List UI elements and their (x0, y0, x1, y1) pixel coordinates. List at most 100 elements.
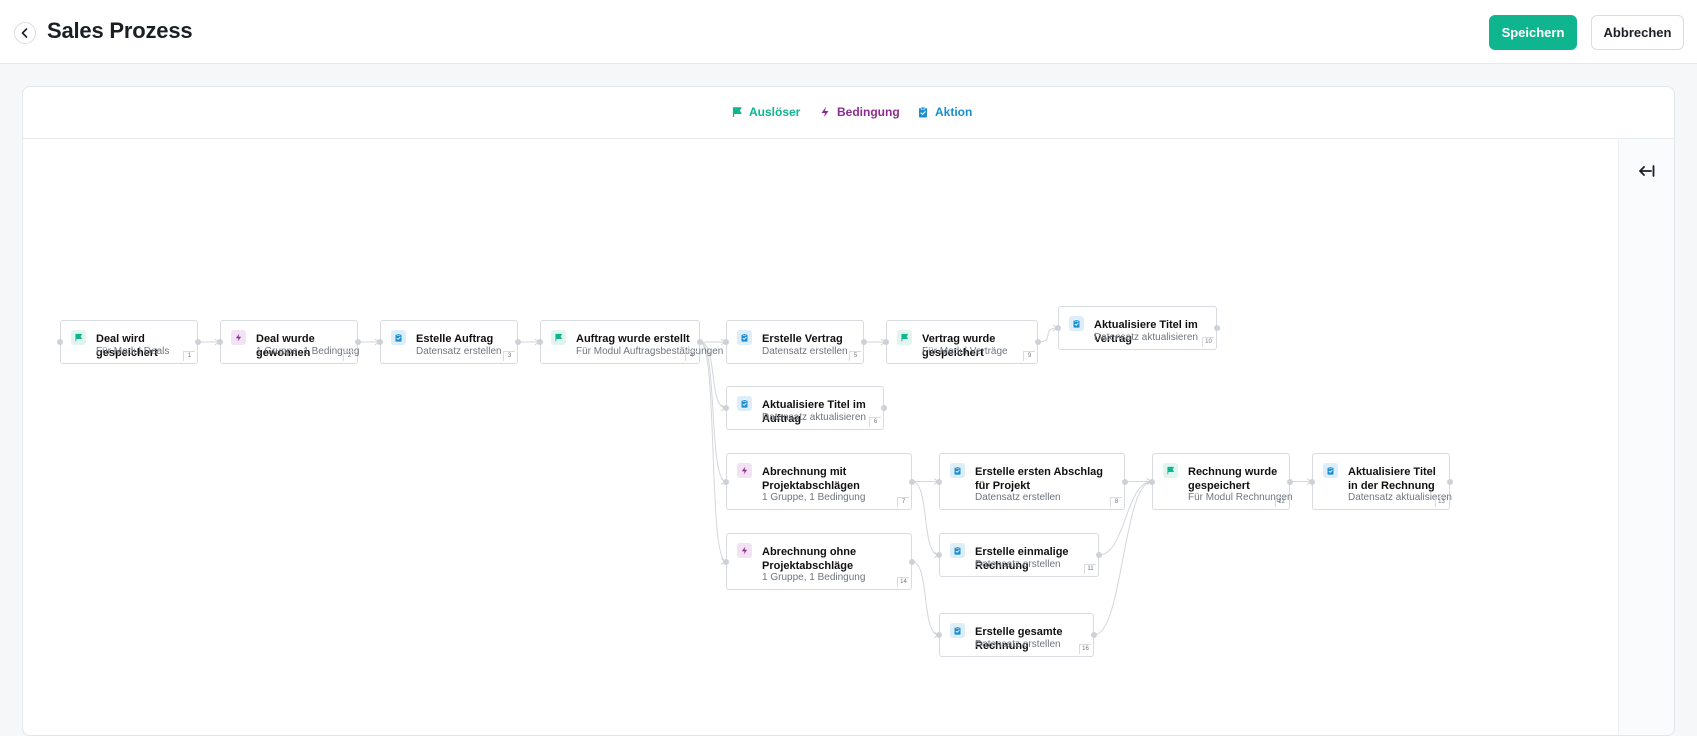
legend-action-label: Aktion (935, 105, 973, 119)
legend-condition[interactable]: Bedingung (819, 105, 900, 119)
workflow-node-n12[interactable]: Rechnung wurde gespeichert Für Modul Rech… (1152, 453, 1293, 510)
legend-condition-label: Bedingung (837, 105, 900, 119)
clipboard-icon (737, 396, 752, 411)
node-subtitle: Für Modul Verträge (922, 346, 1008, 357)
top-bar: Sales Prozess Speichern Abbrechen (0, 0, 1697, 64)
collapse-panel-button[interactable] (1637, 161, 1657, 181)
workflow-node-n14[interactable]: Abrechnung ohne Projektabschläge 1 Gruppe… (726, 533, 912, 590)
output-port[interactable] (1214, 325, 1220, 331)
node-title: Aktualisiere Titel in der Rechnung (1348, 466, 1436, 492)
side-panel (1618, 139, 1674, 735)
flag-icon (71, 330, 86, 345)
output-port[interactable] (1447, 478, 1453, 485)
node-subtitle: Datensatz erstellen (416, 346, 502, 357)
output-port[interactable] (515, 339, 521, 345)
input-port[interactable] (883, 339, 889, 345)
workflow-canvas[interactable]: Deal wird gespeichert Für Modul Deals 1 Dea… (23, 139, 1674, 735)
output-port[interactable] (697, 339, 703, 345)
workflow-node-n16[interactable]: Erstelle gesamte Rechnung Datensatz erste… (939, 613, 1094, 657)
workflow-node-n10[interactable]: Aktualisiere Titel im Vertrag Datensatz a… (1058, 306, 1217, 350)
cancel-button[interactable]: Abbrechen (1591, 15, 1684, 50)
output-port[interactable] (909, 558, 915, 565)
chevron-left-icon (21, 28, 28, 38)
output-port[interactable] (355, 339, 361, 345)
output-port[interactable] (195, 339, 201, 345)
node-number: 12 (1275, 497, 1287, 507)
node-number: 2 (343, 351, 355, 361)
node-number: 5 (849, 351, 861, 361)
output-port[interactable] (861, 339, 867, 345)
input-port[interactable] (1055, 325, 1061, 331)
node-number: 8 (1110, 497, 1122, 507)
workflow-node-n7[interactable]: Abrechnung mit Projektabschlägen 1 Gruppe… (726, 453, 912, 510)
input-port[interactable] (1149, 478, 1155, 485)
node-title: Erstelle Vertrag (762, 333, 843, 345)
node-subtitle: 1 Gruppe, 1 Bedingung (762, 572, 866, 583)
node-subtitle: Datensatz aktualisieren (762, 412, 866, 423)
edge-n7-n11 (911, 481, 940, 556)
input-port[interactable] (723, 405, 729, 411)
workflow-node-n1[interactable]: Deal wird gespeichert Für Modul Deals 1 (60, 320, 198, 364)
node-subtitle: Für Modul Auftragsbestätigungen (576, 346, 724, 357)
workflow-node-n6[interactable]: Aktualisiere Titel im Auftrag Datensatz a… (726, 386, 884, 430)
workflow-node-n13[interactable]: Aktualisiere Titel in der Rechnung Datens… (1312, 453, 1452, 510)
workflow-editor: Auslöser Bedingung Aktion Deal wird gesp… (22, 86, 1675, 736)
node-number: 6 (869, 417, 881, 427)
node-subtitle: 1 Gruppe, 1 Bedingung (762, 492, 866, 503)
node-number: 1 (183, 351, 195, 361)
node-title: Erstelle ersten Abschlag für Projekt (975, 466, 1103, 492)
lightning-icon (821, 106, 829, 118)
input-port[interactable] (1309, 478, 1315, 485)
input-port[interactable] (723, 478, 729, 485)
workflow-node-n2[interactable]: Deal wurde gewonnen 1 Gruppe, 1 Bedingung… (220, 320, 359, 364)
input-port[interactable] (723, 339, 729, 345)
output-port[interactable] (1096, 552, 1102, 558)
output-port[interactable] (1091, 632, 1097, 638)
workflow-node-n4[interactable]: Auftrag wurde erstellt Für Modul Auftrags… (540, 320, 723, 364)
output-port[interactable] (881, 405, 887, 411)
legend-bar: Auslöser Bedingung Aktion (23, 87, 1674, 139)
node-number: 10 (1202, 337, 1214, 347)
input-port[interactable] (537, 339, 543, 345)
input-port[interactable] (936, 478, 942, 485)
output-port[interactable] (1287, 478, 1293, 485)
input-port[interactable] (377, 339, 383, 345)
node-subtitle: Datensatz erstellen (975, 559, 1061, 570)
workflow-node-n5[interactable]: Erstelle Vertrag Datensatz erstellen 5 (726, 320, 864, 364)
clipboard-icon (919, 106, 927, 118)
workflow-node-n11[interactable]: Erstelle einmalige Rechnung Datensatz ers… (939, 533, 1099, 577)
lightning-icon (737, 463, 752, 478)
node-number: 4 (685, 351, 697, 361)
workflow-node-n8[interactable]: Erstelle ersten Abschlag für Projekt Date… (939, 453, 1125, 510)
input-port[interactable] (936, 632, 942, 638)
node-subtitle: Datensatz aktualisieren (1094, 332, 1198, 343)
lightning-icon (737, 543, 752, 558)
output-port[interactable] (909, 478, 915, 485)
output-port[interactable] (1122, 478, 1128, 485)
node-number: 3 (503, 351, 515, 361)
node-title: Auftrag wurde erstellt (576, 333, 690, 345)
clipboard-icon (737, 330, 752, 345)
node-number: 11 (1084, 564, 1096, 574)
clipboard-icon (391, 330, 406, 345)
legend-trigger[interactable]: Auslöser (731, 105, 800, 119)
save-button[interactable]: Speichern (1489, 15, 1577, 50)
input-port[interactable] (57, 339, 63, 345)
node-number: 13 (1435, 497, 1447, 507)
node-subtitle: Datensatz erstellen (762, 346, 848, 357)
node-title: Rechnung wurde gespeichert (1188, 466, 1278, 492)
legend-action[interactable]: Aktion (917, 105, 972, 119)
workflow-node-n3[interactable]: Estelle Auftrag Datensatz erstellen 3 (380, 320, 518, 364)
node-number: 9 (1023, 351, 1035, 361)
input-port[interactable] (936, 552, 942, 558)
node-number: 16 (1079, 644, 1091, 654)
node-title: Abrechnung ohne Projektabschläge (762, 546, 857, 572)
input-port[interactable] (217, 339, 223, 345)
workflow-node-n9[interactable]: Vertrag wurde gespeichert Für Modul Vertr… (886, 320, 1038, 364)
output-port[interactable] (1035, 339, 1041, 345)
legend-trigger-label: Auslöser (749, 105, 801, 119)
node-title: Abrechnung mit Projektabschlägen (762, 466, 860, 492)
back-button[interactable] (14, 22, 36, 44)
flag-icon (1163, 463, 1178, 478)
input-port[interactable] (723, 558, 729, 565)
